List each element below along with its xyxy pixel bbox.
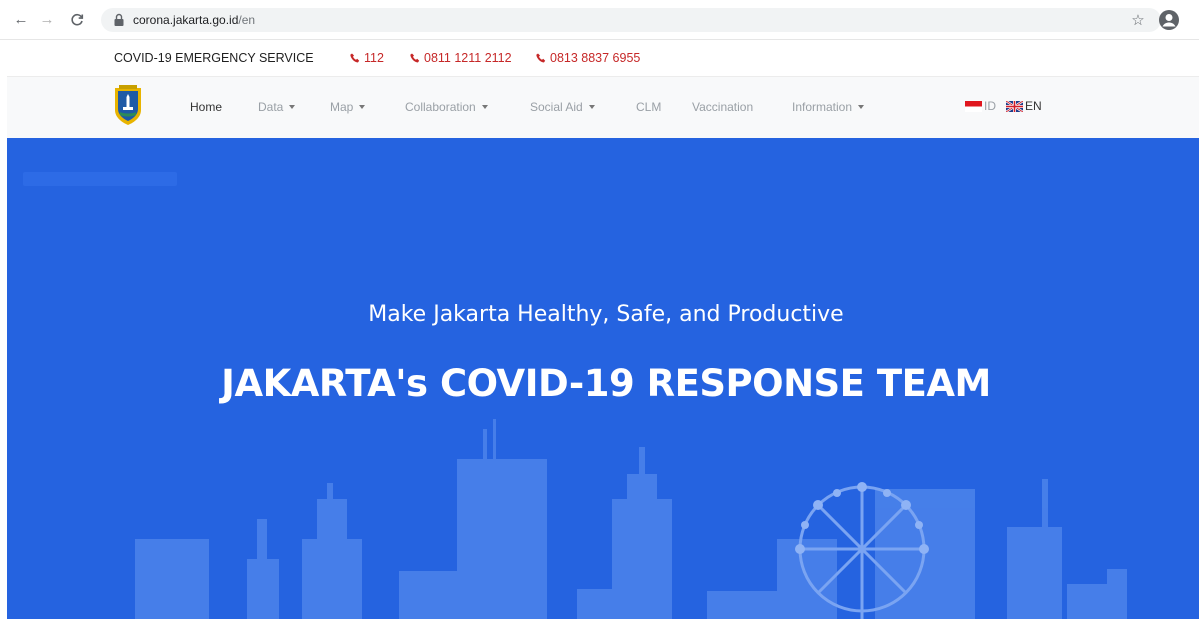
hero-decoration [23,172,177,186]
forward-icon[interactable]: → [36,9,58,31]
language-id-label: ID [984,99,996,113]
hero-tagline: Make Jakarta Healthy, Safe, and Producti… [368,302,844,327]
emergency-phone-link[interactable]: 112 [350,51,384,65]
nav-item-information[interactable]: Information [792,100,865,114]
caret-down-icon [588,105,595,109]
nav-item-label: Home [190,100,223,114]
nav-item-home[interactable]: Home [190,100,222,114]
nav-item-data[interactable]: Data [258,100,296,114]
back-icon[interactable]: ← [10,9,32,31]
jakarta-logo-icon[interactable] [113,84,143,126]
caret-down-icon [858,105,865,109]
language-id-button[interactable]: ID [965,99,996,113]
language-en-label: EN [1025,99,1042,113]
nav-item-label: Collaboration [405,100,476,114]
url-host: corona.jakarta.go.id [133,13,239,27]
nav-item-vaccination[interactable]: Vaccination [692,100,753,114]
lock-icon [113,13,125,27]
phone-number: 112 [364,51,384,65]
emergency-service-bar: COVID-19 EMERGENCY SERVICE 112 0811 1211… [0,40,1199,76]
caret-down-icon [289,105,296,109]
phone-number: 0813 8837 6955 [550,51,641,65]
nav-item-label: Data [258,100,284,114]
star-icon[interactable]: ☆ [1128,10,1148,30]
city-skyline-illustration [135,419,1127,619]
nav-item-clm[interactable]: CLM [636,100,661,114]
reload-icon[interactable] [66,9,88,31]
nav-item-label: Vaccination [692,100,754,114]
phone-icon [350,53,360,63]
hero-title: JAKARTA's COVID-19 RESPONSE TEAM [221,362,991,405]
nav-item-social-aid[interactable]: Social Aid [530,100,595,114]
phone-number: 0811 1211 2112 [424,51,512,65]
caret-down-icon [481,105,488,109]
nav-item-map[interactable]: Map [330,100,366,114]
nav-item-label: CLM [636,100,662,114]
nav-item-label: Social Aid [530,100,583,114]
phone-icon [410,53,420,63]
url-path: /en [238,13,256,27]
profile-icon[interactable] [1157,8,1181,32]
emergency-label: COVID-19 EMERGENCY SERVICE [114,51,314,65]
emergency-phone-link[interactable]: 0813 8837 6955 [536,51,640,65]
emergency-phone-link[interactable]: 0811 1211 2112 [410,51,512,65]
browser-toolbar: ← → corona.jakarta.go.id/en ☆ [0,0,1199,40]
address-bar[interactable]: corona.jakarta.go.id/en [101,8,1161,32]
indonesia-flag-icon [965,100,982,112]
caret-down-icon [359,105,366,109]
nav-item-label: Information [792,100,853,114]
phone-icon [536,53,546,63]
nav-item-label: Map [330,100,354,114]
uk-flag-icon [1006,100,1023,112]
language-en-button[interactable]: EN [1006,99,1042,113]
nav-item-collaboration[interactable]: Collaboration [405,100,488,114]
